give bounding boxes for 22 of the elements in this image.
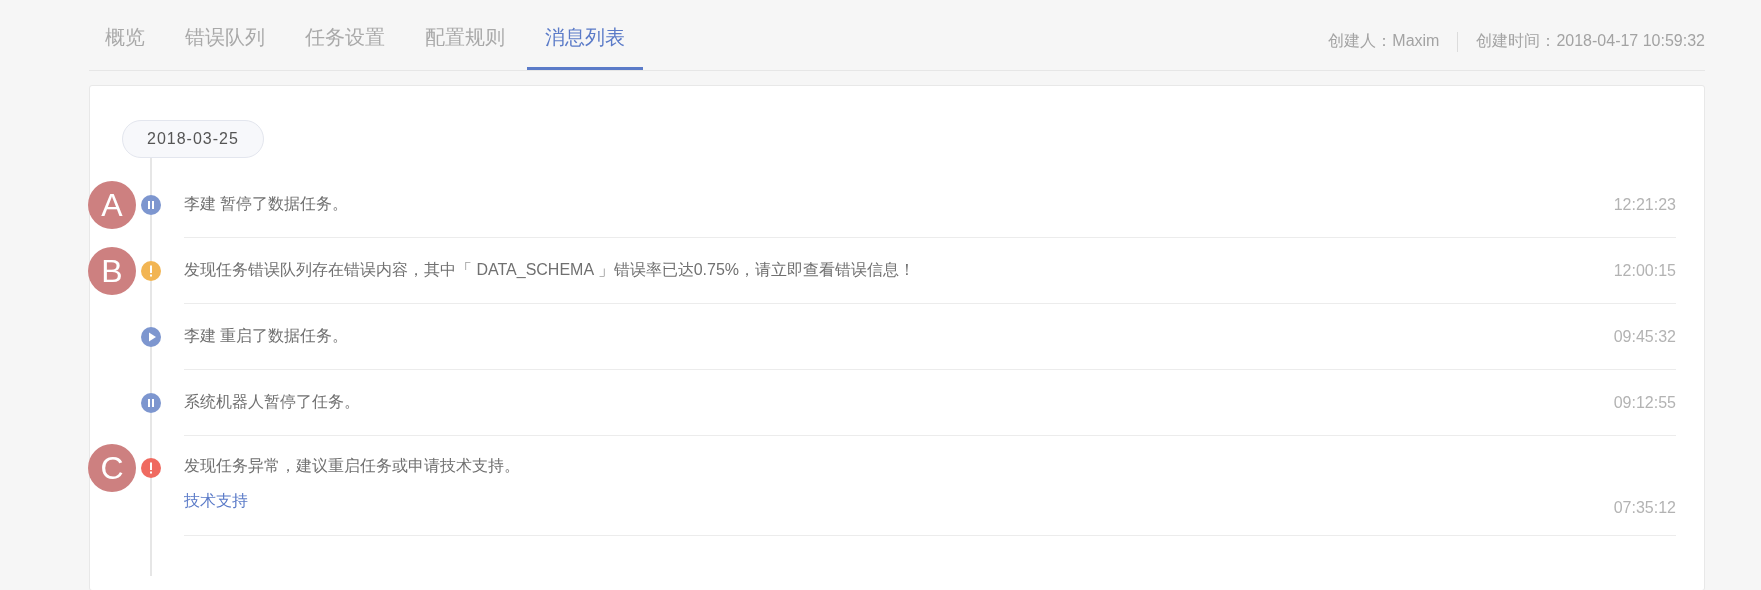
message-text: 发现任务错误队列存在错误内容，其中「 DATA_SCHEMA 」错误率已达0.75%，请立即查看错误信息！ <box>184 260 916 280</box>
message-text: 李建 暂停了数据任务。 <box>184 194 349 214</box>
tab[interactable]: 消息列表 <box>527 24 643 70</box>
message-time: 09:45:32 <box>1613 327 1676 346</box>
message-text: 系统机器人暂停了任务。 <box>184 392 360 412</box>
tab[interactable]: 概览 <box>105 24 163 70</box>
support-link[interactable]: 技术支持 <box>184 491 520 512</box>
creator-text: 创建人：Maxim <box>1328 31 1440 51</box>
date-label: 2018-03-25 <box>122 120 264 158</box>
tab[interactable]: 任务设置 <box>287 24 403 70</box>
message-text: 发现任务异常，建议重启任务或申请技术支持。 <box>184 456 520 476</box>
annotation-marker: B <box>88 247 136 295</box>
created-time-text: 创建时间：2018-04-17 10:59:32 <box>1476 31 1705 51</box>
message-time: 09:12:55 <box>1613 393 1676 412</box>
annotation-marker: C <box>88 444 136 492</box>
tab[interactable]: 配置规则 <box>407 24 523 70</box>
tab[interactable]: 错误队列 <box>167 24 283 70</box>
message-text: 李建 重启了数据任务。 <box>184 326 349 346</box>
message-time: 07:35:12 <box>1613 499 1676 517</box>
annotation-marker: A <box>88 181 136 229</box>
message-time: 12:00:15 <box>1613 261 1676 280</box>
message-time: 12:21:23 <box>1613 195 1676 214</box>
